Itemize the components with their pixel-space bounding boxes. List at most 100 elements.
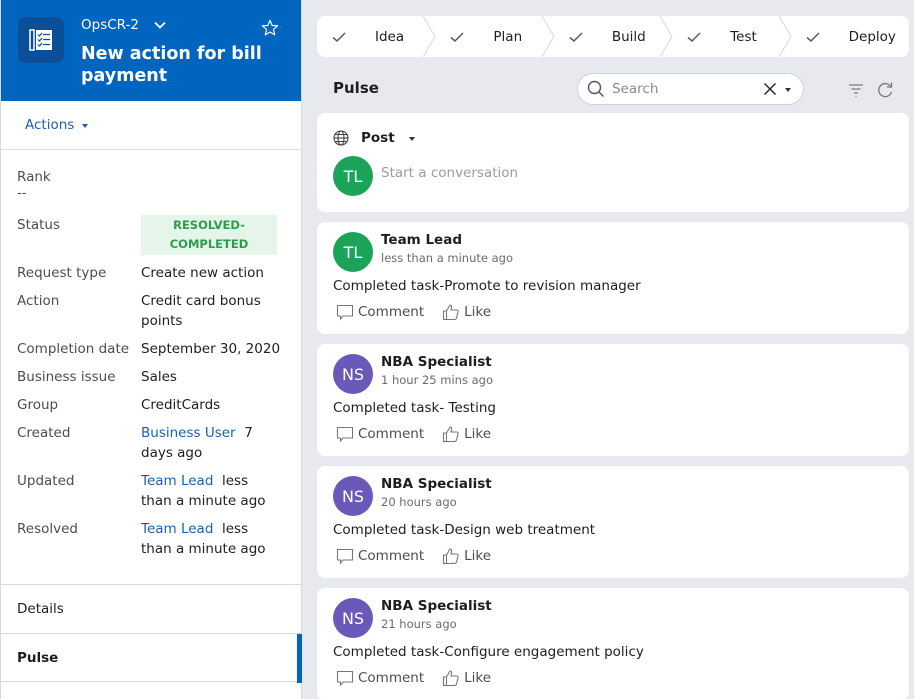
post-time: less than a minute ago [381,251,513,265]
avatar: NS [333,476,373,516]
post-composer: Post TL [317,113,909,212]
like-button[interactable]: Like [442,669,491,687]
left-tabs: Details Pulse [1,584,302,683]
like-label: Like [464,548,492,564]
like-label: Like [464,426,492,442]
globe-icon [333,130,349,146]
field-label: Action [17,293,60,309]
post-time: 20 hours ago [381,495,457,509]
like-button[interactable]: Like [442,303,491,321]
thumbs-up-icon [443,426,459,443]
stage-test[interactable]: Test [672,16,792,57]
field-created: Created Business User 7 days ago [17,423,301,463]
field-value: Team Lead less than a minute ago [141,471,281,511]
actions-menu-button[interactable]: Actions [1,101,301,150]
caret-down-icon [82,124,89,128]
check-icon [450,31,464,42]
post-visibility-dropdown[interactable]: Post [333,130,415,146]
stage-idea[interactable]: Idea [317,16,436,57]
comment-label: Comment [358,548,425,564]
feed-item: NS NBA Specialist 1 hour 25 mins ago Com… [317,344,909,456]
like-label: Like [464,304,492,320]
like-button[interactable]: Like [442,425,491,443]
case-id-row[interactable]: OpsCR-2 [81,17,167,33]
search-options-caret-icon[interactable] [785,88,791,92]
field-value: Create new action [141,265,264,281]
field-label: Created [17,425,71,441]
created-by-link[interactable]: Business User [141,425,236,441]
pulse-title: Pulse [333,79,379,97]
field-label: Resolved [17,521,78,537]
field-value: Sales [141,369,177,385]
resolved-by-link[interactable]: Team Lead [141,521,213,537]
feed-item: NS NBA Specialist 21 hours ago Completed… [317,588,909,699]
conversation-input[interactable] [381,165,881,181]
actions-label: Actions [25,117,75,133]
post-message: Completed task-Promote to revision manag… [333,278,641,294]
action-link[interactable]: Credit card bonus points [141,291,281,331]
thumbs-up-icon [443,670,459,687]
filter-icon[interactable] [848,82,864,98]
post-actions: Comment Like [336,303,491,321]
field-updated: Updated Team Lead less than a minute ago [17,471,301,511]
field-value: September 30, 2020 [141,341,281,357]
comment-icon [336,548,354,565]
stage-label: Build [611,28,646,45]
thumbs-up-icon [443,548,459,565]
avatar: TL [333,156,373,196]
comment-button[interactable]: Comment [336,303,424,321]
stage-progress-bar: Idea Plan Build Test Deploy [317,16,909,57]
tab-details[interactable]: Details [1,584,302,633]
stage-plan[interactable]: Plan [435,16,555,57]
post-message: Completed task-Configure engagement poli… [333,644,644,660]
field-label: Status [17,217,61,233]
tab-label: Pulse [17,649,59,666]
post-time: 21 hours ago [381,617,457,631]
status-badge: RESOLVED- COMPLETED [141,215,277,255]
chevron-down-icon[interactable] [153,18,167,32]
status-text-line1: RESOLVED- [173,218,245,232]
case-header: OpsCR-2 New action for bill payment [1,0,301,101]
case-details: Rank -- Status RESOLVED- COMPLETED Reque… [1,150,301,559]
comment-label: Comment [358,670,425,686]
check-icon [687,31,701,42]
rank-label: Rank [17,169,51,185]
author-name[interactable]: NBA Specialist [381,354,492,370]
field-label: Updated [17,473,75,489]
field-value: Business User 7 days ago [141,423,281,463]
like-label: Like [464,670,492,686]
caret-down-icon [408,137,415,141]
rank-value: -- [17,186,27,201]
comment-button[interactable]: Comment [336,547,424,565]
tab-pulse[interactable]: Pulse [1,633,302,683]
field-completion-date: Completion date September 30, 2020 [17,339,301,359]
case-title: New action for bill payment [81,44,262,86]
avatar: TL [333,232,373,272]
case-summary-panel: OpsCR-2 New action for bill payment Acti… [0,0,302,699]
author-name[interactable]: NBA Specialist [381,598,492,614]
search-icon [587,80,604,97]
author-name[interactable]: Team Lead [381,232,462,248]
case-id: OpsCR-2 [81,17,139,33]
comment-label: Comment [358,304,425,320]
field-label: Business issue [17,369,116,385]
post-message: Completed task- Testing [333,400,496,416]
avatar: NS [333,354,373,394]
author-name[interactable]: NBA Specialist [381,476,492,492]
tab-label: Details [17,601,64,617]
clear-icon[interactable] [763,82,777,96]
search-input[interactable] [612,81,752,97]
star-icon[interactable] [261,19,279,37]
check-icon [569,31,583,42]
comment-icon [336,670,354,687]
field-label: Request type [17,265,107,281]
field-status: Status RESOLVED- COMPLETED [17,215,301,255]
stage-deploy[interactable]: Deploy [791,16,909,57]
comment-button[interactable]: Comment [336,425,424,443]
stage-build[interactable]: Build [554,16,673,57]
comment-button[interactable]: Comment [336,669,424,687]
like-button[interactable]: Like [442,547,491,565]
refresh-icon[interactable] [877,81,894,98]
post-actions: Comment Like [336,425,491,443]
updated-by-link[interactable]: Team Lead [141,473,213,489]
